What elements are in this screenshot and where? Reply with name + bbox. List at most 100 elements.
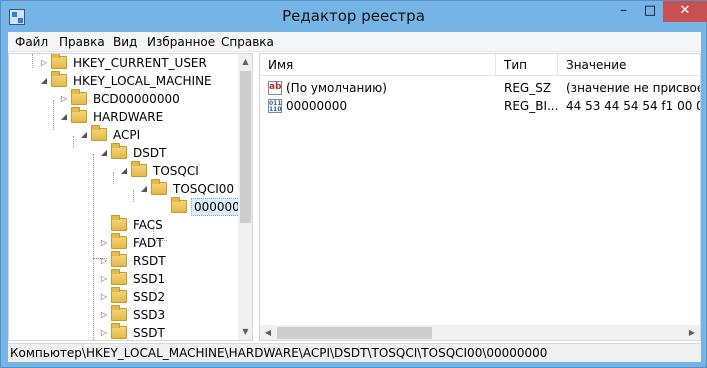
tree-connector: [32, 54, 33, 68]
value-name: (По умолчанию): [286, 81, 387, 95]
folder-icon: [111, 269, 127, 285]
tree-item-acpi[interactable]: ◢ ACPI: [79, 125, 142, 144]
client-area: Файл Правка Вид Избранное Справка ▷ HKEY_…: [8, 32, 701, 362]
column-header-name[interactable]: Имя: [260, 54, 496, 76]
tree-item-ssd2[interactable]: ▷ SSD2: [99, 287, 167, 306]
tree-item-label: RSDT: [133, 254, 166, 268]
value-row-default[interactable]: ab (По умолчанию) REG_SZ (значение не пр…: [260, 79, 700, 97]
tree-item-label: TOSQCI00: [173, 182, 235, 196]
folder-icon: [111, 233, 127, 249]
value-data: (значение не присвоено): [566, 81, 700, 95]
tree-item-bcd00000000[interactable]: ▷ BCD00000000: [59, 89, 182, 108]
maximize-button[interactable]: □: [637, 1, 663, 22]
window-title: Редактор реестра: [282, 7, 425, 25]
expand-arrow-icon[interactable]: ▷: [39, 54, 49, 72]
tree-item-label: FACS: [133, 218, 163, 232]
tree-item-tosqci00[interactable]: ◢ TOSQCI00: [139, 179, 236, 198]
menu-view[interactable]: Вид: [113, 35, 137, 49]
folder-icon: [71, 89, 87, 105]
collapse-arrow-icon[interactable]: ◢: [79, 126, 89, 144]
binary-value-icon: 011 110: [268, 99, 282, 113]
value-data: 44 53 44 54 54 f1 00 00 01: [566, 99, 700, 113]
menu-file[interactable]: Файл: [15, 35, 48, 49]
folder-icon: [111, 305, 127, 321]
folder-icon: [91, 125, 107, 141]
string-value-icon: ab: [268, 81, 282, 95]
tree-item-label: HKEY_LOCAL_MACHINE: [73, 74, 212, 88]
open-folder-icon: [171, 197, 187, 213]
tree-item-ssdt[interactable]: ▷ SSDT: [99, 323, 167, 340]
scroll-up-arrow-icon[interactable]: ▲: [238, 54, 252, 70]
tree-item-ssd3[interactable]: ▷ SSD3: [99, 305, 167, 324]
tree-item-dsdt[interactable]: ◢ DSDT: [99, 143, 168, 162]
tree-item-label: SSD3: [133, 308, 166, 322]
scrollbar-thumb[interactable]: [277, 327, 432, 339]
tree-item-fadt[interactable]: ▷ FADT: [99, 233, 166, 252]
tree-item-label: BCD00000000: [93, 92, 180, 106]
scroll-down-arrow-icon[interactable]: ▼: [238, 324, 252, 340]
collapse-arrow-icon[interactable]: ◢: [39, 72, 49, 90]
folder-icon: [111, 323, 127, 339]
registry-editor-window: Редактор реестра – □ ✕ Файл Правка Вид И…: [0, 0, 707, 368]
status-bar-path: Компьютер\HKEY_LOCAL_MACHINE\HARDWARE\AC…: [8, 343, 701, 362]
menu-help[interactable]: Справка: [221, 35, 274, 49]
values-list-pane[interactable]: Имя Тип Значение ab (По умолчанию) REG_S…: [259, 53, 701, 341]
folder-icon: [51, 71, 67, 87]
folder-icon: [51, 54, 67, 69]
expand-arrow-icon[interactable]: ▷: [99, 306, 109, 324]
value-name: 00000000: [286, 99, 348, 113]
tree-item-label: DSDT: [133, 146, 167, 160]
scroll-right-arrow-icon[interactable]: ▶: [684, 325, 700, 340]
tree-item-hardware[interactable]: ◢ HARDWARE: [59, 107, 165, 126]
collapse-arrow-icon[interactable]: ◢: [119, 162, 129, 180]
expand-arrow-icon[interactable]: ▷: [99, 270, 109, 288]
key-tree-pane[interactable]: ▷ HKEY_CURRENT_USER ◢ HKEY_LOCAL_MACHINE ▷…: [8, 53, 253, 341]
folder-icon: [111, 143, 127, 159]
collapse-arrow-icon[interactable]: ◢: [59, 108, 69, 126]
expand-arrow-icon[interactable]: ▷: [99, 324, 109, 340]
tree-connector: [53, 100, 54, 130]
folder-icon: [151, 179, 167, 195]
column-header-type[interactable]: Тип: [496, 54, 558, 76]
menu-edit[interactable]: Правка: [59, 35, 105, 49]
tree-connector: [133, 190, 134, 202]
folder-icon: [111, 287, 127, 303]
tree-item-label: HKEY_CURRENT_USER: [73, 56, 207, 70]
folder-icon: [131, 161, 147, 177]
folder-icon: [111, 215, 127, 231]
list-horizontal-scrollbar[interactable]: ◀ ▶: [260, 325, 700, 340]
list-header: Имя Тип Значение: [260, 54, 700, 76]
tree-item-label: SSD2: [133, 290, 166, 304]
menu-bar: Файл Правка Вид Избранное Справка: [8, 32, 701, 52]
tree-item-label: ACPI: [113, 128, 141, 142]
tree-item-label: HARDWARE: [93, 110, 164, 124]
scroll-left-arrow-icon[interactable]: ◀: [260, 325, 276, 340]
expand-arrow-icon[interactable]: ▷: [99, 288, 109, 306]
tree-item-rsdt[interactable]: ▷ RSDT: [99, 251, 168, 270]
tree-item-facs[interactable]: FACS: [99, 215, 165, 234]
collapse-arrow-icon[interactable]: ◢: [139, 180, 149, 198]
tree-connector: [73, 136, 74, 148]
tree-item-label: SSDT: [133, 326, 165, 340]
title-bar[interactable]: Редактор реестра – □ ✕: [1, 1, 707, 32]
collapse-arrow-icon[interactable]: ◢: [99, 144, 109, 162]
tree-item-hkey-local-machine[interactable]: ◢ HKEY_LOCAL_MACHINE: [39, 71, 214, 90]
scrollbar-thumb[interactable]: [240, 71, 251, 223]
tree-vertical-scrollbar[interactable]: ▲ ▼: [238, 54, 252, 340]
tree-connector: [113, 172, 114, 184]
expand-arrow-icon[interactable]: ▷: [99, 234, 109, 252]
minimize-button[interactable]: –: [610, 1, 637, 22]
menu-favorites[interactable]: Избранное: [147, 35, 215, 49]
tree-item-tosqci[interactable]: ◢ TOSQCI: [119, 161, 201, 180]
expand-arrow-icon[interactable]: ▷: [59, 90, 69, 108]
column-header-value[interactable]: Значение: [558, 54, 700, 76]
tree-item-label: SSD1: [133, 272, 166, 286]
close-button[interactable]: ✕: [663, 1, 707, 22]
value-type: REG_SZ: [504, 81, 552, 95]
tree-item-ssd1[interactable]: ▷ SSD1: [99, 269, 167, 288]
tree-item-label: FADT: [133, 236, 164, 250]
tree-item-hkey-current-user[interactable]: ▷ HKEY_CURRENT_USER: [39, 54, 209, 72]
value-row-00000000[interactable]: 011 110 00000000 REG_BI... 44 53 44 54 54…: [260, 97, 700, 115]
folder-icon: [71, 107, 87, 123]
expand-arrow-icon[interactable]: ▷: [99, 252, 109, 270]
